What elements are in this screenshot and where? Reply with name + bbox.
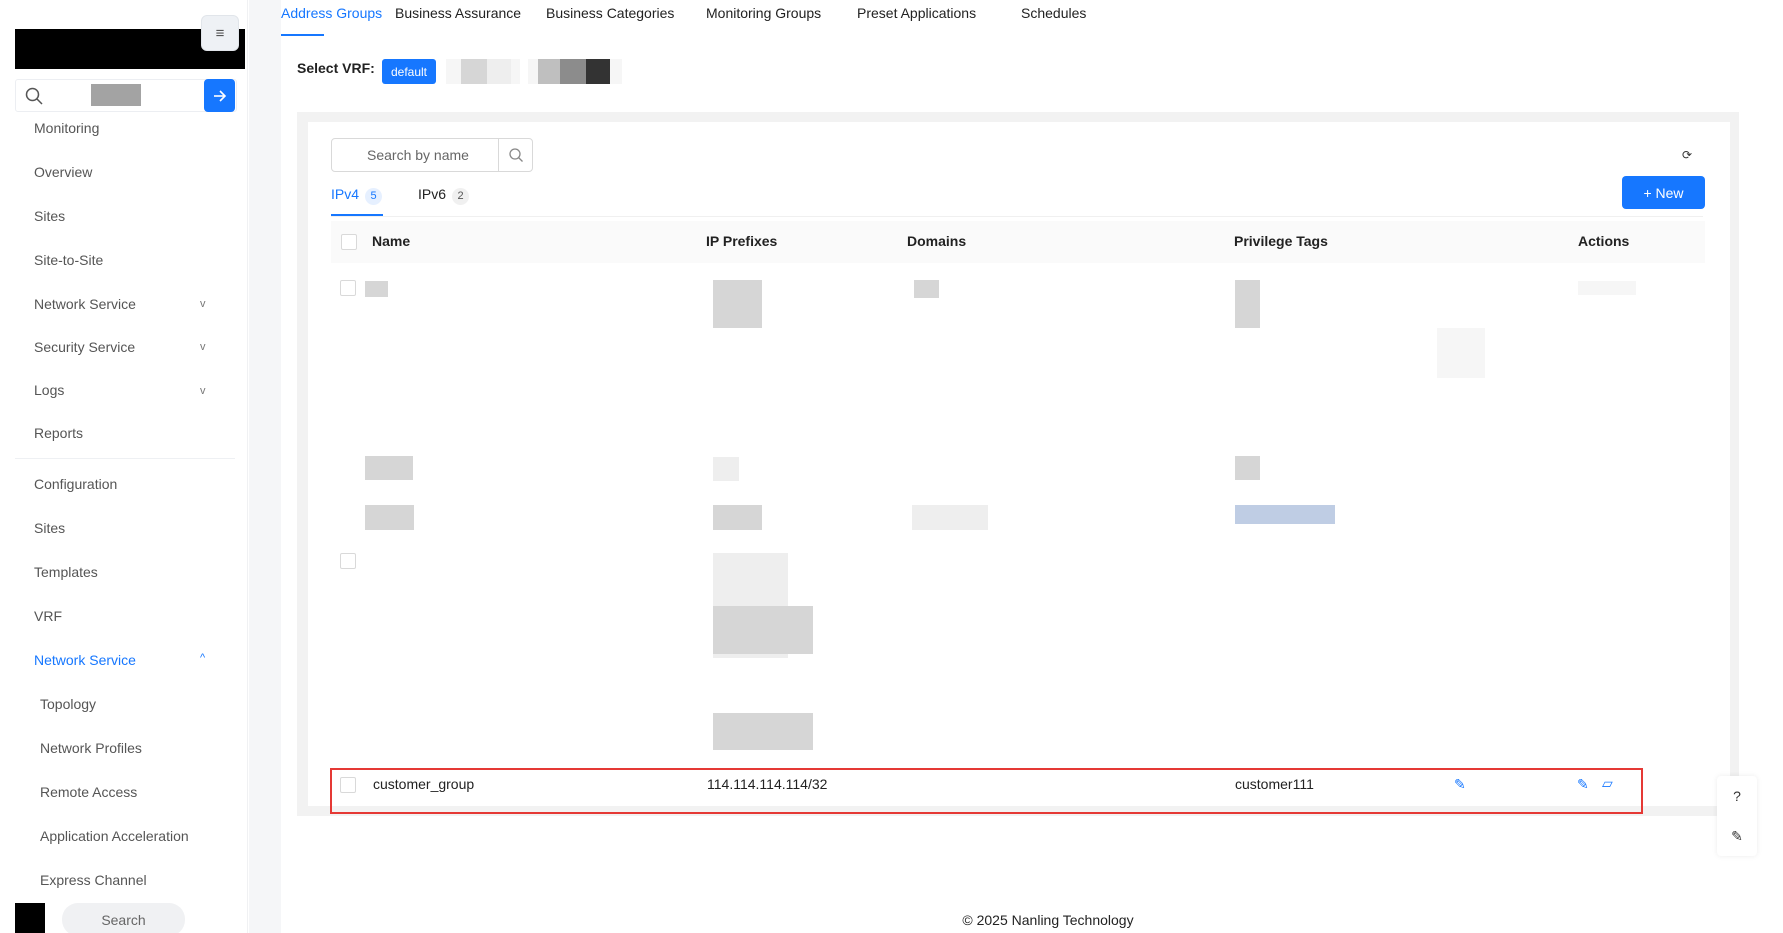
table-header: Name IP Prefixes Domains Privilege Tags … bbox=[331, 221, 1705, 263]
tab-address-groups[interactable]: Address Groups bbox=[281, 5, 382, 21]
row-checkbox[interactable] bbox=[340, 553, 356, 569]
tab-monitoring-groups[interactable]: Monitoring Groups bbox=[706, 5, 821, 21]
vrf-option-redacted[interactable] bbox=[446, 59, 520, 84]
tab-ipv4-label: IPv4 bbox=[331, 186, 360, 202]
tab-ipv6-label: IPv6 bbox=[418, 186, 447, 202]
sidebar-item-templates[interactable]: Templates bbox=[34, 564, 98, 580]
cell-privilege-tag: customer111 bbox=[1235, 776, 1314, 792]
column-name: Name bbox=[372, 233, 411, 249]
search-button[interactable] bbox=[498, 139, 532, 171]
top-tabs: Address Groups Business Assurance Busine… bbox=[281, 0, 1781, 40]
redacted-cell bbox=[713, 713, 813, 750]
edit-icon[interactable]: ✎ bbox=[1577, 776, 1589, 793]
tabs-divider bbox=[331, 216, 1703, 217]
redacted-cell bbox=[1235, 280, 1260, 328]
sidebar-item-reports[interactable]: Reports bbox=[34, 425, 83, 441]
search-go-button[interactable] bbox=[204, 79, 235, 112]
sidebar-item-monitoring[interactable]: Monitoring bbox=[34, 120, 99, 136]
footer-copyright: © 2025 Nanling Technology bbox=[962, 912, 1134, 928]
redacted-cell bbox=[912, 505, 988, 530]
count-badge: 2 bbox=[452, 188, 470, 205]
active-tab-indicator bbox=[331, 214, 383, 216]
redacted-cell bbox=[713, 505, 762, 530]
redacted-cell bbox=[365, 505, 414, 530]
sidebar-item-overview[interactable]: Overview bbox=[34, 164, 92, 180]
redacted-cell bbox=[713, 457, 739, 481]
redacted-cell bbox=[1437, 328, 1485, 378]
vrf-option-default[interactable]: default bbox=[382, 59, 436, 84]
redacted-cell bbox=[365, 281, 388, 297]
refresh-icon[interactable]: ⟳ bbox=[1682, 148, 1692, 162]
sidebar-item-application-acceleration[interactable]: Application Acceleration bbox=[40, 828, 189, 844]
table-row-highlighted bbox=[330, 768, 1643, 814]
redacted-cell bbox=[365, 456, 413, 480]
tab-ipv4[interactable]: IPv4 5 bbox=[331, 186, 383, 205]
bottom-search-button[interactable]: Search bbox=[62, 903, 185, 933]
redacted-cell bbox=[1235, 505, 1335, 524]
chevron-down-icon: v bbox=[200, 385, 206, 397]
redacted-cell bbox=[713, 280, 762, 328]
cell-name: customer_group bbox=[373, 776, 475, 792]
active-tab-indicator bbox=[281, 34, 324, 36]
redacted-text bbox=[91, 84, 141, 106]
row-checkbox[interactable] bbox=[340, 777, 356, 793]
chevron-down-icon: v bbox=[200, 341, 206, 353]
sidebar-item-site-to-site[interactable]: Site-to-Site bbox=[34, 252, 103, 268]
sidebar-item-network-profiles[interactable]: Network Profiles bbox=[40, 740, 142, 756]
sidebar-item-config-sites[interactable]: Sites bbox=[34, 520, 65, 536]
gutter bbox=[249, 0, 281, 933]
floating-toolbar: ? ✎ bbox=[1717, 776, 1757, 856]
search-icon bbox=[508, 148, 523, 162]
arrow-right-icon bbox=[213, 89, 226, 102]
sidebar-item-logs[interactable]: Logs bbox=[34, 382, 64, 398]
column-domains: Domains bbox=[907, 233, 967, 249]
row-checkbox[interactable] bbox=[340, 280, 356, 296]
select-all-checkbox[interactable] bbox=[341, 234, 357, 250]
collapse-sidebar-button[interactable]: ≡ bbox=[201, 15, 239, 51]
edit-tag-icon[interactable]: ✎ bbox=[1454, 776, 1466, 793]
help-icon[interactable]: ? bbox=[1717, 788, 1757, 804]
tab-business-assurance[interactable]: Business Assurance bbox=[395, 5, 521, 21]
redacted-cell bbox=[1235, 456, 1260, 480]
sidebar-item-network-service[interactable]: Network Service bbox=[34, 296, 136, 312]
sidebar-item-sites[interactable]: Sites bbox=[34, 208, 65, 224]
sidebar-item-configuration[interactable]: Configuration bbox=[34, 476, 117, 492]
redacted-cell bbox=[914, 280, 939, 298]
column-ip-prefixes: IP Prefixes bbox=[706, 233, 778, 249]
chevron-up-icon: ^ bbox=[200, 652, 206, 664]
sidebar-item-vrf[interactable]: VRF bbox=[34, 608, 62, 624]
tab-ipv6[interactable]: IPv6 2 bbox=[418, 186, 470, 205]
feedback-icon[interactable]: ✎ bbox=[1717, 828, 1757, 845]
redacted-cell bbox=[1578, 281, 1636, 295]
search-icon bbox=[25, 87, 43, 105]
user-avatar[interactable] bbox=[15, 903, 45, 933]
sidebar-divider bbox=[15, 458, 235, 459]
column-privilege-tags: Privilege Tags bbox=[1234, 233, 1328, 249]
tab-schedules[interactable]: Schedules bbox=[1021, 5, 1086, 21]
delete-icon[interactable]: ▱ bbox=[1602, 775, 1613, 792]
sidebar-item-express-channel[interactable]: Express Channel bbox=[40, 872, 147, 888]
tab-business-categories[interactable]: Business Categories bbox=[546, 5, 674, 21]
column-actions: Actions bbox=[1578, 233, 1630, 249]
chevron-down-icon: v bbox=[200, 298, 206, 310]
vrf-label: Select VRF: bbox=[297, 60, 375, 76]
sidebar: ≡ Monitoring Overview Sites Site-to-Site… bbox=[0, 0, 248, 933]
search-by-name[interactable] bbox=[331, 138, 533, 172]
sidebar-item-remote-access[interactable]: Remote Access bbox=[40, 784, 137, 800]
count-badge: 5 bbox=[365, 188, 383, 205]
new-button[interactable]: + New bbox=[1622, 176, 1705, 209]
vrf-option-redacted[interactable] bbox=[528, 59, 622, 84]
tab-preset-applications[interactable]: Preset Applications bbox=[857, 5, 976, 21]
redacted-cell bbox=[713, 606, 813, 654]
sidebar-item-config-network-service[interactable]: Network Service bbox=[34, 652, 136, 668]
menu-icon: ≡ bbox=[215, 24, 225, 42]
app-root: ≡ Monitoring Overview Sites Site-to-Site… bbox=[0, 0, 1783, 933]
cell-ip-prefix: 114.114.114.114/32 bbox=[707, 776, 828, 792]
sidebar-item-topology[interactable]: Topology bbox=[40, 696, 96, 712]
sidebar-item-security-service[interactable]: Security Service bbox=[34, 339, 135, 355]
search-input[interactable] bbox=[333, 140, 497, 170]
